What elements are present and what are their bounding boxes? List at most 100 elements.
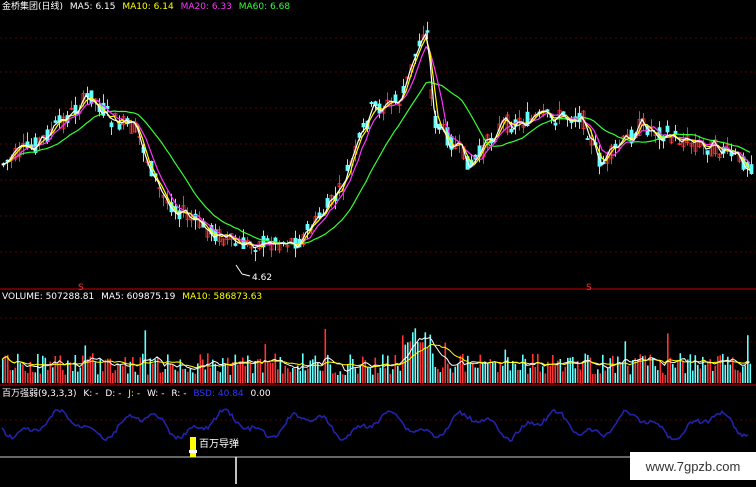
volume-ma5-label: MA5: 609875.19 — [101, 292, 176, 302]
volume-bar — [482, 363, 484, 383]
volume-bar — [629, 374, 632, 383]
candle-body — [53, 120, 58, 123]
candle-body — [509, 128, 514, 133]
ma60-label: MA60: 6.68 — [238, 2, 291, 12]
volume-bar — [587, 354, 589, 383]
volume-bar — [352, 359, 354, 383]
volume-bar — [139, 357, 142, 383]
volume-bar — [662, 372, 664, 383]
volume-bar — [354, 368, 357, 383]
volume-bar — [467, 355, 469, 383]
volume-bar — [407, 342, 409, 383]
volume-bar — [347, 364, 349, 383]
volume-bar — [707, 361, 709, 383]
volume-bar — [722, 353, 724, 383]
volume-bar — [314, 355, 317, 383]
volume-bar — [234, 354, 237, 383]
volume-bar — [17, 353, 19, 383]
volume-bar — [562, 371, 564, 383]
volume-bar — [514, 363, 517, 383]
volume-bar — [647, 365, 649, 383]
volume-bar — [64, 374, 67, 383]
volume-bar — [459, 355, 462, 383]
volume-bar — [164, 369, 167, 383]
volume-bar — [432, 353, 434, 383]
volume-bar — [634, 358, 637, 383]
volume-bar — [552, 355, 554, 383]
candle-body — [705, 150, 710, 155]
volume-bar — [137, 374, 139, 383]
volume-bar — [564, 366, 567, 383]
volume-bar — [739, 372, 742, 383]
volume-bar — [577, 360, 579, 383]
volume-bar — [694, 355, 697, 383]
volume-bar — [417, 342, 419, 383]
volume-bar — [497, 372, 499, 383]
volume-bar — [592, 374, 594, 383]
volume-bar — [117, 363, 119, 383]
main-panel-header: 金桥集团(日线) MA5: 6.15 MA10: 6.14 MA20: 6.33… — [2, 2, 294, 13]
volume-bar — [79, 367, 82, 383]
volume-bar — [134, 371, 137, 383]
volume-bar — [217, 371, 219, 383]
volume-bar — [39, 373, 42, 383]
candle-body — [361, 123, 366, 128]
volume-bar — [144, 330, 147, 383]
volume-bar — [12, 370, 14, 383]
volume-bar — [277, 369, 279, 383]
volume-bar — [402, 335, 404, 383]
volume-bar — [679, 353, 682, 383]
volume-bar — [617, 356, 619, 383]
volume-bar — [532, 353, 534, 383]
volume-bar — [477, 367, 479, 383]
volume-bar — [194, 373, 197, 383]
volume-bar — [372, 374, 374, 383]
volume-bar — [624, 341, 627, 383]
volume-bar — [242, 357, 244, 383]
volume-bar — [637, 359, 639, 383]
annotation-marker — [189, 450, 197, 453]
volume-bar — [437, 368, 439, 383]
signal-mark: S — [586, 283, 592, 293]
volume-bar — [404, 344, 407, 383]
volume-bar — [294, 368, 297, 383]
volume-bar — [502, 365, 504, 383]
volume-bar — [174, 369, 177, 383]
volume-bar — [509, 370, 512, 383]
volume-bar — [742, 366, 744, 383]
volume-bar — [327, 354, 329, 383]
volume-bar — [247, 355, 249, 383]
volume-bar — [389, 373, 392, 383]
volume-bar — [27, 373, 29, 383]
indicator-annotation: 百万导弹 — [199, 437, 239, 450]
volume-bar — [269, 362, 272, 383]
volume-bar — [182, 369, 184, 383]
volume-bar — [422, 342, 424, 383]
candle-body — [553, 122, 558, 126]
volume-bar — [339, 371, 342, 383]
volume-bar — [602, 354, 604, 383]
volume-bar — [69, 362, 72, 383]
volume-bar — [659, 360, 662, 383]
volume-bar — [307, 368, 309, 383]
volume-bar — [124, 357, 127, 383]
volume-bar — [542, 366, 544, 383]
volume-bar — [424, 332, 427, 383]
volume-bar — [434, 367, 437, 383]
volume-bar — [324, 328, 327, 383]
volume-bar — [142, 353, 144, 383]
volume-bar — [439, 372, 442, 383]
volume-bar — [627, 366, 629, 383]
volume-bar — [329, 364, 332, 383]
volume-bar — [517, 369, 519, 383]
volume-bar — [654, 366, 657, 383]
volume-bar — [519, 369, 522, 383]
indicator-bsd: BSD: 40.84 — [193, 389, 244, 399]
volume-bar — [224, 363, 227, 383]
volume-bar — [697, 364, 699, 383]
volume-bar — [9, 370, 12, 383]
volume-bars — [2, 328, 752, 383]
volume-bar — [614, 372, 617, 383]
volume-bar — [652, 357, 654, 383]
volume-bar — [464, 371, 467, 383]
